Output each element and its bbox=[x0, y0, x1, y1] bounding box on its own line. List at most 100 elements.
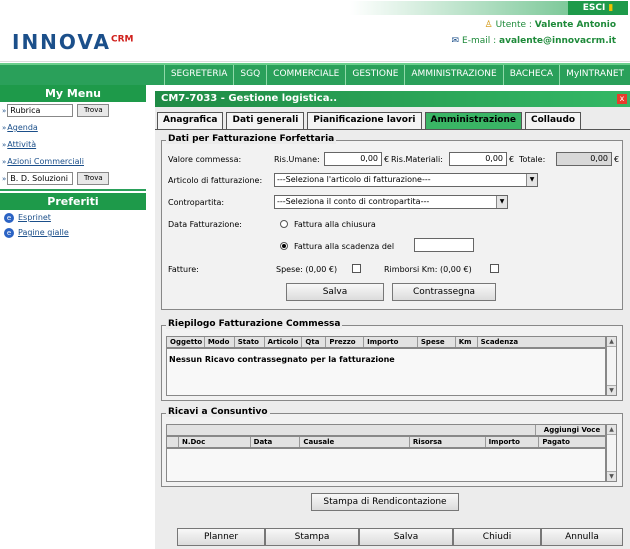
data-fatturazione-label: Data Fatturazione: bbox=[168, 220, 242, 229]
sidebar-link-attivita[interactable]: Attività bbox=[7, 140, 36, 149]
sidebar-link-azioni[interactable]: Azioni Commerciali bbox=[7, 157, 84, 166]
scroll-up-icon[interactable]: ▲ bbox=[607, 425, 616, 435]
sidebar-link-agenda[interactable]: Agenda bbox=[7, 123, 38, 132]
chiudi-button[interactable]: Chiudi bbox=[453, 528, 541, 546]
col-modo: Modo bbox=[205, 337, 235, 347]
col-causale: Causale bbox=[300, 437, 410, 447]
nav-item-commerciale[interactable]: COMMERCIALE bbox=[266, 65, 345, 85]
chevron-down-icon: ▼ bbox=[526, 174, 537, 186]
articolo-select[interactable]: ---Seleziona l'articolo di fatturazione-… bbox=[274, 173, 538, 187]
tab-dati-generali[interactable]: Dati generali bbox=[226, 112, 305, 129]
logistics-window: CM7-7033 - Gestione logistica.. x Anagra… bbox=[155, 91, 630, 549]
euro-symbol: € bbox=[509, 155, 515, 164]
scadenza-date-field[interactable] bbox=[414, 238, 474, 252]
trova-button-2[interactable]: Trova bbox=[77, 172, 110, 185]
col-qta: Qta bbox=[302, 337, 327, 347]
scroll-down-icon[interactable]: ▼ bbox=[607, 385, 616, 395]
consuntivo-scrollbar[interactable]: ▲ ▼ bbox=[606, 424, 617, 482]
ris-materiali-field[interactable]: 0,00 bbox=[449, 152, 507, 166]
consuntivo-legend: Ricavi a Consuntivo bbox=[166, 407, 270, 417]
rubrica-input[interactable]: Rubrica bbox=[7, 104, 74, 117]
consuntivo-panel: Ricavi a Consuntivo Aggiungi Voce N.Doc … bbox=[161, 407, 623, 487]
logo-suffix-text: CRM bbox=[110, 34, 134, 45]
contrassegna-button[interactable]: Contrassegna bbox=[392, 283, 496, 301]
spese-label: Spese: (0,00 €) bbox=[276, 265, 338, 274]
rimborsi-checkbox[interactable] bbox=[490, 264, 499, 273]
arrow-icon: » bbox=[2, 123, 7, 132]
user-email: ✉ E-mail : avalente@innovacrm.it bbox=[451, 36, 616, 46]
annulla-button[interactable]: Annulla bbox=[541, 528, 623, 546]
salva-button[interactable]: Salva bbox=[359, 528, 453, 546]
chevron-down-icon: ▼ bbox=[496, 196, 507, 208]
nav-item-amministrazione[interactable]: AMMINISTRAZIONE bbox=[404, 65, 502, 85]
tab-pianificazione[interactable]: Pianificazione lavori bbox=[307, 112, 422, 129]
planner-button[interactable]: Planner bbox=[177, 528, 265, 546]
mail-icon: ✉ bbox=[451, 36, 460, 46]
scroll-down-icon[interactable]: ▼ bbox=[607, 471, 616, 481]
trova-button[interactable]: Trova bbox=[77, 104, 110, 117]
riepilogo-grid-header: Oggetto Modo Stato Articolo Qta Prezzo I… bbox=[166, 336, 606, 348]
contropartita-select[interactable]: ---Seleziona il conto di contropartita--… bbox=[274, 195, 508, 209]
sidebar-bottom-area bbox=[0, 325, 146, 549]
euro-symbol: € bbox=[614, 155, 620, 164]
favorite-item[interactable]: e Esprinet bbox=[0, 210, 146, 225]
rubrica-search-row: » Rubrica Trova bbox=[0, 102, 146, 119]
nav-item-sgq[interactable]: SGQ bbox=[233, 65, 266, 85]
sidebar-item-attivita[interactable]: » Attività bbox=[0, 136, 146, 153]
close-icon[interactable]: x bbox=[617, 94, 627, 104]
ris-umane-label: Ris.Umane: bbox=[274, 155, 320, 164]
riepilogo-panel: Riepilogo Fatturazione Commessa Oggetto … bbox=[161, 319, 623, 401]
globe-icon: e bbox=[4, 212, 14, 223]
col-articolo: Articolo bbox=[265, 337, 303, 347]
header-accent-bar bbox=[350, 1, 568, 15]
stampa-rendicontazione-button[interactable]: Stampa di Rendicontazione bbox=[311, 493, 459, 511]
stampa-button[interactable]: Stampa bbox=[265, 528, 359, 546]
arrow-icon: » bbox=[2, 106, 7, 115]
sidebar-item-azioni[interactable]: » Azioni Commerciali bbox=[0, 153, 146, 170]
nav-item-myintranet[interactable]: MyINTRANET bbox=[559, 65, 630, 85]
aggiungi-voce-button[interactable]: Aggiungi Voce bbox=[535, 425, 605, 435]
radio-chiusura[interactable] bbox=[280, 220, 288, 228]
email-label: E-mail : bbox=[462, 36, 499, 46]
favorite-item[interactable]: e Pagine gialle bbox=[0, 225, 146, 240]
tab-divider bbox=[155, 129, 630, 130]
window-body: Anagrafica Dati generali Pianificazione … bbox=[155, 107, 630, 549]
nav-item-gestione[interactable]: GESTIONE bbox=[345, 65, 404, 85]
scroll-up-icon[interactable]: ▲ bbox=[607, 337, 616, 347]
tab-amministrazione[interactable]: Amministrazione bbox=[424, 112, 523, 129]
salva-fatturazione-button[interactable]: Salva bbox=[286, 283, 384, 301]
sidebar-title: My Menu bbox=[0, 85, 146, 102]
tab-anagrafica[interactable]: Anagrafica bbox=[157, 112, 224, 129]
favorite-link-pagine-gialle[interactable]: Pagine gialle bbox=[18, 228, 69, 237]
logout-button[interactable]: ESCI ▮ bbox=[568, 1, 628, 15]
favorite-link-esprinet[interactable]: Esprinet bbox=[18, 213, 51, 222]
bd-input[interactable]: B. D. Soluzioni bbox=[7, 172, 74, 185]
rimborsi-label: Rimborsi Km: (0,00 €) bbox=[384, 265, 472, 274]
riepilogo-grid-body: Nessun Ricavo contrassegnato per la fatt… bbox=[166, 348, 606, 396]
current-user: ♙ Utente : Valente Antonio bbox=[485, 20, 616, 30]
riepilogo-legend: Riepilogo Fatturazione Commessa bbox=[166, 319, 343, 329]
ris-umane-field[interactable]: 0,00 bbox=[324, 152, 382, 166]
col-pagato: Pagato bbox=[542, 438, 570, 446]
euro-symbol: € bbox=[384, 155, 390, 164]
sidebar-item-agenda[interactable]: » Agenda bbox=[0, 119, 146, 136]
tab-collaudo[interactable]: Collaudo bbox=[525, 112, 582, 129]
app-header: ESCI ▮ INNOVACRM ♙ Utente : Valente Antoni… bbox=[0, 0, 630, 62]
radio-scadenza-label: Fattura alla scadenza del bbox=[294, 242, 395, 251]
col-prezzo: Prezzo bbox=[326, 337, 365, 347]
user-icon: ♙ bbox=[484, 20, 493, 30]
radio-scadenza[interactable] bbox=[280, 242, 288, 250]
spese-checkbox[interactable] bbox=[352, 264, 361, 273]
user-name: Valente Antonio bbox=[534, 20, 616, 30]
nav-item-bacheca[interactable]: BACHECA bbox=[502, 65, 559, 85]
nav-item-segreteria[interactable]: SEGRETERIA bbox=[163, 65, 234, 85]
forfettaria-panel: Dati per Fatturazione Forfettaria Valore… bbox=[161, 134, 623, 310]
consuntivo-grid-body bbox=[166, 448, 606, 482]
col-importo-consuntivo: Importo bbox=[486, 437, 540, 447]
logo-main-text: INNOVA bbox=[12, 30, 111, 54]
col-importo: Importo bbox=[364, 337, 418, 347]
riepilogo-scrollbar[interactable]: ▲ ▼ bbox=[606, 336, 617, 396]
col-risorsa: Risorsa bbox=[410, 437, 486, 447]
col-oggetto: Oggetto bbox=[167, 337, 205, 347]
favorites-title: Preferiti bbox=[0, 193, 146, 210]
